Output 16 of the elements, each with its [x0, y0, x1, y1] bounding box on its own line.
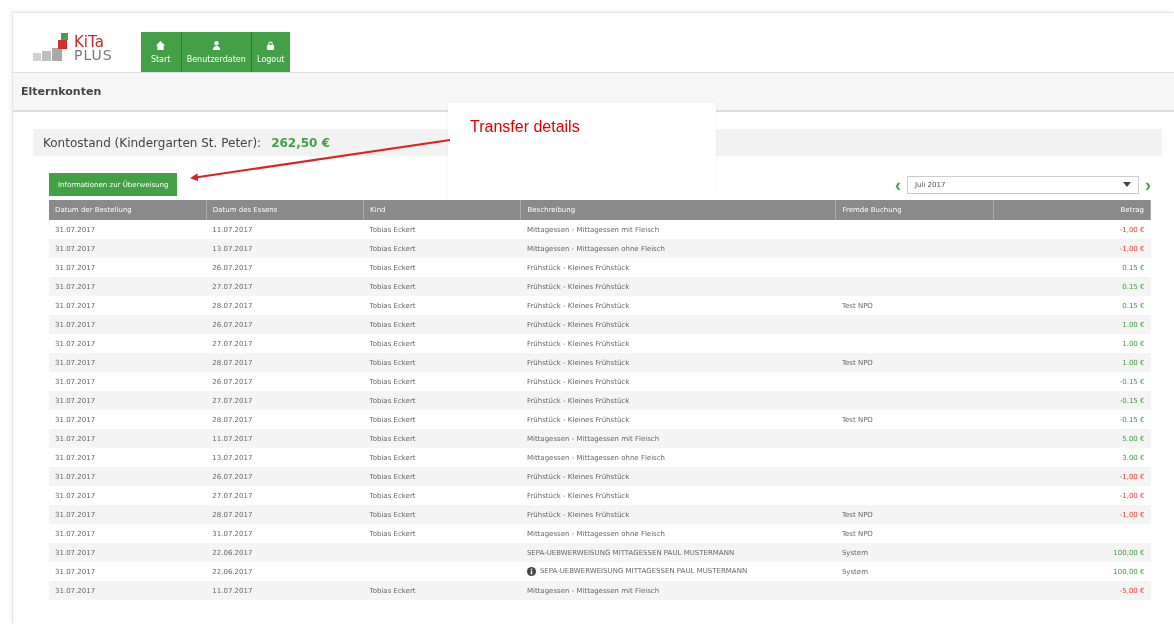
nav-button[interactable]: Start — [140, 32, 182, 72]
info-icon[interactable] — [526, 567, 536, 576]
logo-text: PLUS — [74, 49, 113, 62]
home-icon — [156, 40, 166, 50]
dropdown-caret-icon — [1123, 182, 1131, 187]
balance-value: 262,50 € — [271, 135, 330, 150]
next-month-button[interactable]: › — [1145, 175, 1151, 194]
nav-button[interactable]: Logout — [251, 32, 290, 72]
nav-button[interactable]: Benutzerdaten — [181, 32, 252, 72]
lock-icon — [266, 40, 276, 50]
user-icon — [211, 40, 221, 50]
balance-label: Kontostand (Kindergarten St. Peter): — [43, 135, 262, 150]
page-title: Elternkonten — [21, 85, 102, 98]
logo-text: KiTa — [74, 36, 104, 49]
annotation-text: Transfer details — [470, 118, 580, 135]
previous-month-button[interactable]: ‹ — [895, 175, 901, 194]
